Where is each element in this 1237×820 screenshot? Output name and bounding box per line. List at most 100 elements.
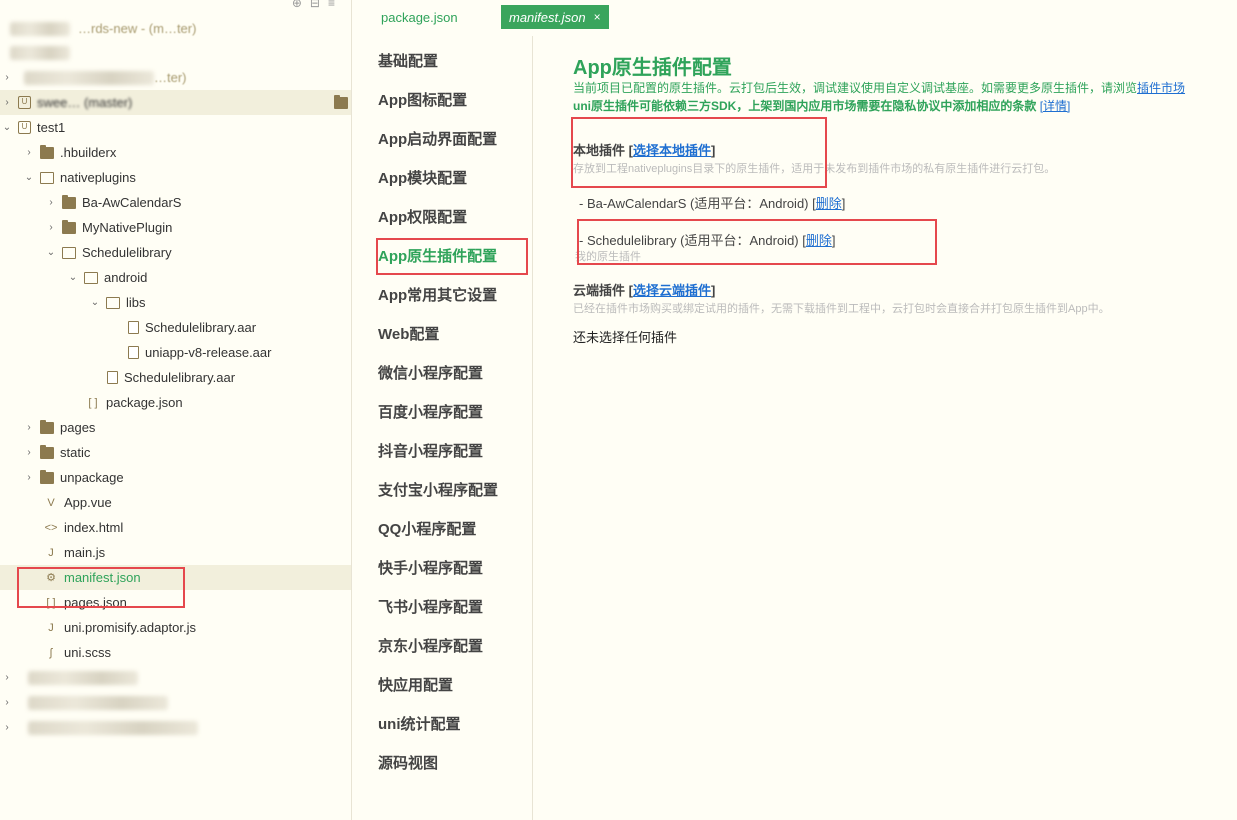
chevron-down-icon[interactable]: ⌄ (22, 172, 36, 183)
nav-item-app-permissions[interactable]: App权限配置 (378, 202, 467, 230)
cloud-plugins-hint: 已经在插件市场购买或绑定试用的插件，无需下载插件到工程中，云打包时会直接合并打包… (573, 303, 1110, 315)
tree-row-folder[interactable]: › pages (0, 415, 351, 440)
nav-item-app-splash[interactable]: App启动界面配置 (378, 124, 497, 152)
tree-row-file[interactable]: V App.vue (0, 490, 351, 515)
project-icon: U (18, 121, 31, 134)
folder-open-icon (84, 271, 98, 284)
choose-cloud-plugin-link[interactable]: 选择云端插件 (633, 283, 711, 298)
js-file-icon: J (48, 621, 54, 634)
file-explorer: ⊕⊟≡ …rds-new - (m…ter) › …ter) › U swee…… (0, 0, 352, 820)
tree-row-folder[interactable]: › .hbuilderx (0, 140, 351, 165)
folder-open-icon (62, 246, 76, 259)
tree-row-file[interactable]: Schedulelibrary.aar (0, 315, 351, 340)
highlight-box (376, 238, 528, 275)
chevron-right-icon[interactable]: › (0, 97, 14, 108)
tree-row-file[interactable]: <> index.html (0, 515, 351, 540)
project-icon: U (18, 96, 31, 109)
nav-item-baidu-mp[interactable]: 百度小程序配置 (378, 397, 483, 425)
collapse-icon[interactable]: ⊟ (310, 0, 328, 10)
tree-row-blurred[interactable] (0, 40, 351, 65)
chevron-right-icon[interactable]: › (22, 422, 36, 433)
nav-item-app-icon[interactable]: App图标配置 (378, 85, 467, 113)
tree-row-project-sweet[interactable]: › U swee… (master) (0, 90, 351, 115)
tree-row-project-blurred[interactable]: › (0, 715, 351, 740)
tree-row-file[interactable]: ʃ uni.scss (0, 640, 351, 665)
no-plugins-text: 还未选择任何插件 (573, 330, 678, 345)
tree-row-project-blurred[interactable]: …rds-new - (m…ter) (0, 16, 351, 41)
folder-icon (40, 469, 54, 484)
plugin-item: - Ba-AwCalendarS (适用平台：Android) [删除] (579, 196, 846, 211)
file-icon (128, 321, 139, 334)
tree-row-folder[interactable]: ⌄ Schedulelibrary (0, 240, 351, 265)
editor-tabs: package.json manifest.json × (353, 0, 1237, 36)
vue-file-icon: V (47, 496, 55, 509)
file-icon (128, 346, 139, 359)
folder-icon (40, 419, 54, 434)
nav-item-alipay-mp[interactable]: 支付宝小程序配置 (378, 475, 498, 503)
nav-item-jd-mp[interactable]: 京东小程序配置 (378, 631, 483, 659)
nav-item-quickapp[interactable]: 快应用配置 (378, 670, 453, 698)
plugin-market-link[interactable]: 插件市场 (1137, 81, 1185, 95)
chevron-down-icon[interactable]: ⌄ (66, 272, 80, 283)
tab-package-json[interactable]: package.json (373, 5, 466, 29)
nav-item-weixin-mp[interactable]: 微信小程序配置 (378, 358, 483, 386)
html-file-icon: <> (44, 521, 58, 534)
explorer-toolbar: ⊕⊟≡ (0, 0, 351, 14)
tree-row-folder[interactable]: › unpackage (0, 465, 351, 490)
folder-icon (40, 144, 54, 159)
tree-row-folder[interactable]: › MyNativePlugin (0, 215, 351, 240)
highlight-box (577, 219, 937, 265)
tree-row-project-blurred[interactable]: › (0, 690, 351, 715)
tree-row-file[interactable]: J uni.promisify.adaptor.js (0, 615, 351, 640)
tree-row-project-blurred[interactable]: › (0, 665, 351, 690)
js-file-icon: J (48, 546, 54, 559)
tree-row-project-blurred[interactable]: › …ter) (0, 65, 351, 90)
native-plugins-panel: App原生插件配置 当前项目已配置的原生插件。云打包后生效，调试建议使用自定义调… (534, 36, 1237, 820)
scss-file-icon: ʃ (49, 646, 53, 659)
tab-manifest-json[interactable]: manifest.json × (501, 5, 609, 29)
tree-row-file[interactable]: J main.js (0, 540, 351, 565)
nav-item-basic[interactable]: 基础配置 (378, 46, 438, 74)
chevron-right-icon[interactable]: › (22, 147, 36, 158)
tree-row-folder[interactable]: ⌄ nativeplugins (0, 165, 351, 190)
nav-item-feishu-mp[interactable]: 飞书小程序配置 (378, 592, 483, 620)
folder-open-icon (40, 171, 54, 184)
chevron-down-icon[interactable]: ⌄ (44, 247, 58, 258)
manifest-settings-nav: 基础配置 App图标配置 App启动界面配置 App模块配置 App权限配置 A… (353, 36, 533, 820)
chevron-down-icon[interactable]: ⌄ (88, 297, 102, 308)
description: 当前项目已配置的原生插件。云打包后生效，调试建议使用自定义调试基座。如需要更多原… (573, 81, 1186, 95)
nav-item-uni-stat[interactable]: uni统计配置 (378, 709, 461, 737)
tree-row-folder[interactable]: › static (0, 440, 351, 465)
json-file-icon: [ ] (88, 396, 98, 409)
tree-row-file[interactable]: Schedulelibrary.aar (0, 365, 351, 390)
folder-icon (40, 444, 54, 459)
tree-row-file[interactable]: uniapp-v8-release.aar (0, 340, 351, 365)
nav-item-douyin-mp[interactable]: 抖音小程序配置 (378, 436, 483, 464)
tree-row-folder[interactable]: ⌄ libs (0, 290, 351, 315)
highlight-box (17, 567, 185, 608)
privacy-notice: uni原生插件可能依赖三方SDK，上架到国内应用市场需要在隐私协议中添加相应的条… (573, 99, 1071, 113)
nav-item-source-view[interactable]: 源码视图 (378, 748, 438, 776)
nav-item-app-other-settings[interactable]: App常用其它设置 (378, 280, 497, 308)
nav-item-web[interactable]: Web配置 (378, 319, 439, 347)
nav-item-app-modules[interactable]: App模块配置 (378, 163, 467, 191)
chevron-right-icon[interactable]: › (22, 447, 36, 458)
folder-icon (62, 219, 76, 234)
tree-row-project-test1[interactable]: ⌄ U test1 (0, 115, 351, 140)
chevron-right-icon[interactable]: › (22, 472, 36, 483)
nav-item-qq-mp[interactable]: QQ小程序配置 (378, 514, 476, 542)
delete-plugin-link[interactable]: 删除 (816, 196, 842, 211)
chevron-right-icon[interactable]: › (44, 197, 58, 208)
details-link[interactable]: [详情] (1040, 99, 1071, 113)
add-icon[interactable]: ⊕ (292, 0, 310, 10)
close-icon[interactable]: × (594, 10, 601, 24)
menu-icon[interactable]: ≡ (328, 0, 343, 10)
nav-item-kuaishou-mp[interactable]: 快手小程序配置 (378, 553, 483, 581)
tree-row-file[interactable]: [ ] package.json (0, 390, 351, 415)
tree-row-folder[interactable]: ⌄ android (0, 265, 351, 290)
tree-row-folder[interactable]: › Ba-AwCalendarS (0, 190, 351, 215)
chevron-right-icon[interactable]: › (44, 222, 58, 233)
chevron-down-icon[interactable]: ⌄ (0, 122, 14, 133)
folder-icon (62, 194, 76, 209)
folder-icon (334, 94, 348, 109)
